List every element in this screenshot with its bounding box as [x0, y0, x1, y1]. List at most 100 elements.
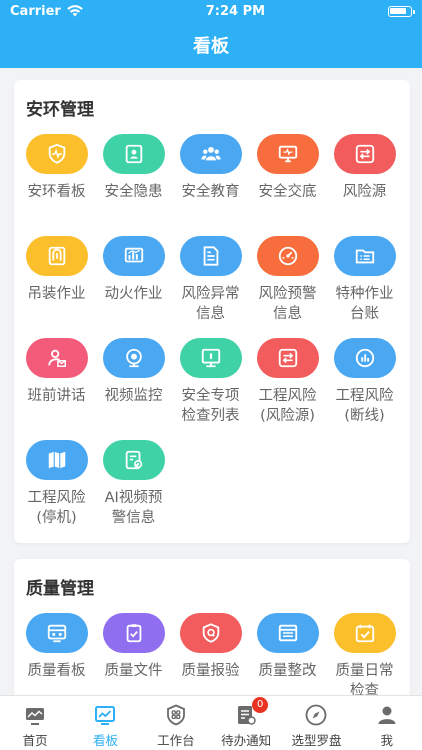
board-item-camera[interactable]: 视频监控 [95, 338, 172, 440]
board-item-label: 特种作业 台账 [335, 286, 394, 322]
board-item-label: 质量文件 [104, 663, 163, 679]
board-item-label: 视频监控 [104, 388, 163, 404]
board-item-label: 吊装作业 [27, 286, 86, 302]
board-item-label: 工程风险 (停机) [27, 490, 86, 526]
dashboard-content[interactable]: 安环管理 安环看板 安全隐患 安全教育 安全交底 风险源吊装作业 动火作业 风险异常 信息风… [0, 68, 422, 695]
document-icon [179, 236, 242, 276]
people-group-icon [179, 134, 242, 174]
tab-compass[interactable]: 选型罗盘 [281, 696, 351, 750]
tab-label: 我 [380, 733, 394, 748]
workbench-icon [163, 702, 189, 728]
board-item-label: 动火作业 [104, 286, 163, 302]
quality-section-card: 质量管理 质量看板 质量文件 质量报验 质量整改 质量日常 检查 [14, 559, 410, 695]
board-item-label: 质量报验 [181, 663, 240, 679]
board-item-clipboard-refresh[interactable]: AI视频预 警信息 [95, 440, 172, 542]
compass-icon [303, 702, 329, 728]
status-left: Carrier [10, 4, 83, 19]
status-bar: Carrier 7:24 PM [0, 0, 422, 22]
tab-board[interactable]: 看板 [70, 696, 140, 750]
board-item-id-card[interactable]: 安全隐患 [95, 134, 172, 236]
board-item-calendar-check[interactable]: 质量日常 检查 [326, 613, 403, 695]
user-mail-icon [25, 338, 88, 378]
board-item-gauge[interactable]: 风险预警 信息 [249, 236, 326, 338]
board-item-label: 质量日常 检查 [335, 663, 394, 695]
gauge-icon [256, 236, 319, 276]
board-item-label: AI视频预 警信息 [104, 490, 163, 526]
board-item-people-group[interactable]: 安全教育 [172, 134, 249, 236]
tab-user[interactable]: 我 [352, 696, 422, 750]
nav-bar: 看板 [0, 22, 422, 68]
camera-icon [102, 338, 165, 378]
board-item-label: 安全隐患 [104, 184, 163, 200]
tab-label: 工作台 [157, 733, 195, 748]
section-title: 质量管理 [26, 579, 94, 599]
tab-home[interactable]: 首页 [0, 696, 70, 750]
clipboard-refresh-icon [102, 440, 165, 480]
bar-chart-icon [333, 338, 396, 378]
clipboard-check-icon [102, 613, 165, 653]
user-icon [374, 702, 400, 728]
tab-workbench[interactable]: 工作台 [141, 696, 211, 750]
carrier-label: Carrier [10, 3, 61, 19]
folder-list-icon [333, 236, 396, 276]
flame-board-icon [102, 236, 165, 276]
tab-label: 首页 [22, 733, 48, 748]
board-item-list-board[interactable]: 质量整改 [249, 613, 326, 695]
board-item-label: 工程风险 (断线) [335, 388, 394, 424]
board-item-bar-chart[interactable]: 工程风险 (断线) [326, 338, 403, 440]
tab-bar: 首页 看板 工作台 0 待办通知 选型罗盘 我 [0, 695, 422, 750]
board-item-monitor[interactable]: 安全交底 [249, 134, 326, 236]
board-item-exchange-arrows[interactable]: 工程风险 (风险源) [249, 338, 326, 440]
tab-todo[interactable]: 0 待办通知 [211, 696, 281, 750]
board-item-user-mail[interactable]: 班前讲话 [18, 338, 95, 440]
quality-badge-icon [179, 613, 242, 653]
battery-icon [388, 5, 415, 17]
safety-grid: 安环看板 安全隐患 安全教育 安全交底 风险源吊装作业 动火作业 风险异常 信息 风险预警 信… [18, 134, 406, 542]
board-item-label: 质量看板 [27, 663, 86, 679]
exchange-arrows-icon [256, 338, 319, 378]
board-item-label: 班前讲话 [27, 388, 86, 404]
tab-label: 待办通知 [221, 733, 272, 748]
page-title: 看板 [193, 36, 229, 57]
crane-hook-icon [25, 236, 88, 276]
board-item-quality-badge[interactable]: 质量报验 [172, 613, 249, 695]
board-item-flame-board[interactable]: 动火作业 [95, 236, 172, 338]
board-item-label: 安全教育 [181, 184, 240, 200]
dashboard-icon [25, 613, 88, 653]
board-item-label: 质量整改 [258, 663, 317, 679]
calendar-check-icon [333, 613, 396, 653]
board-item-dashboard[interactable]: 质量看板 [18, 613, 95, 695]
board-item-heartbeat-shield[interactable]: 安环看板 [18, 134, 95, 236]
board-item-clipboard-check[interactable]: 质量文件 [95, 613, 172, 695]
tab-label: 看板 [92, 733, 118, 748]
board-item-label: 安环看板 [27, 184, 86, 200]
exchange-arrows-icon [333, 134, 396, 174]
board-item-label: 安全专项 检查列表 [181, 388, 240, 424]
board-item-label: 风险预警 信息 [258, 286, 317, 322]
board-item-info-board[interactable]: 安全专项 检查列表 [172, 338, 249, 440]
board-item-label: 风险异常 信息 [181, 286, 240, 322]
section-title: 安环管理 [26, 100, 94, 120]
board-item-map[interactable]: 工程风险 (停机) [18, 440, 95, 542]
quality-grid: 质量看板 质量文件 质量报验 质量整改 质量日常 检查 [18, 613, 406, 695]
board-item-label: 风险源 [342, 184, 387, 200]
board-item-crane-hook[interactable]: 吊装作业 [18, 236, 95, 338]
board-item-folder-list[interactable]: 特种作业 台账 [326, 236, 403, 338]
board-item-label: 工程风险 (风险源) [258, 388, 317, 424]
home-icon [22, 702, 48, 728]
heartbeat-shield-icon [25, 134, 88, 174]
board-item-exchange-arrows[interactable]: 风险源 [326, 134, 403, 236]
safety-section-card: 安环管理 安环看板 安全隐患 安全教育 安全交底 风险源吊装作业 动火作业 风险异常 信息风… [14, 80, 410, 543]
board-item-label: 安全交底 [258, 184, 317, 200]
notification-badge: 0 [252, 697, 269, 713]
tab-label: 选型罗盘 [291, 733, 342, 748]
wifi-icon [67, 5, 83, 17]
list-board-icon [256, 613, 319, 653]
id-card-icon [102, 134, 165, 174]
status-time: 7:24 PM [205, 3, 266, 19]
map-icon [25, 440, 88, 480]
info-board-icon [179, 338, 242, 378]
board-item-document[interactable]: 风险异常 信息 [172, 236, 249, 338]
board-icon [92, 702, 118, 728]
monitor-icon [256, 134, 319, 174]
